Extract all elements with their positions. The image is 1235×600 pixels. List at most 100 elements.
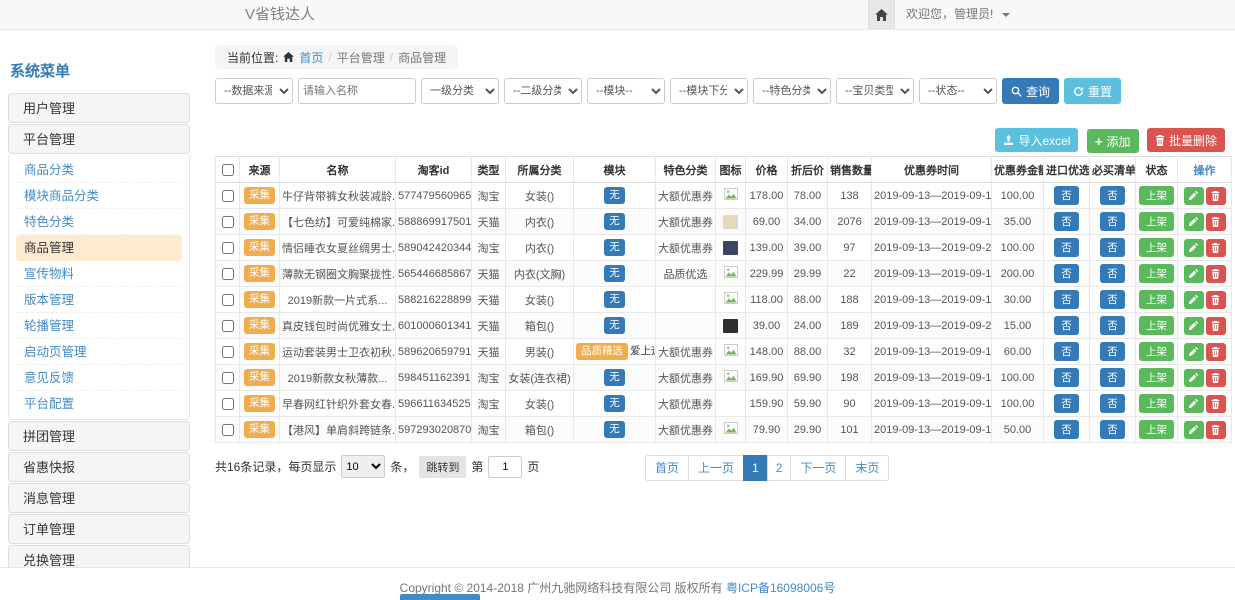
jump-button[interactable]: 跳转到 bbox=[419, 456, 466, 478]
sidebar-section-saving-express[interactable]: 省惠快报 bbox=[8, 452, 190, 482]
sidebar-item-platform-config[interactable]: 平台配置 bbox=[16, 391, 182, 417]
filter-module-select[interactable]: --模块-- bbox=[587, 78, 665, 104]
edit-button[interactable] bbox=[1184, 369, 1204, 387]
delete-button[interactable] bbox=[1206, 343, 1226, 361]
delete-button[interactable] bbox=[1206, 239, 1226, 257]
sidebar-item-goods-management[interactable]: 商品管理 bbox=[16, 235, 182, 261]
status-button[interactable]: 上架 bbox=[1139, 290, 1174, 309]
home-icon[interactable] bbox=[868, 0, 895, 29]
import-select-toggle[interactable]: 否 bbox=[1054, 368, 1079, 387]
delete-button[interactable] bbox=[1206, 421, 1226, 439]
import-select-toggle[interactable]: 否 bbox=[1054, 342, 1079, 361]
page-number-input[interactable] bbox=[488, 456, 522, 478]
status-button[interactable]: 上架 bbox=[1139, 342, 1174, 361]
sidebar-item-carousel-management[interactable]: 轮播管理 bbox=[16, 313, 182, 339]
import-select-toggle[interactable]: 否 bbox=[1054, 238, 1079, 257]
must-buy-toggle[interactable]: 否 bbox=[1100, 368, 1125, 387]
import-select-toggle[interactable]: 否 bbox=[1054, 212, 1079, 231]
sidebar-item-goods-category[interactable]: 商品分类 bbox=[16, 157, 182, 183]
edit-button[interactable] bbox=[1184, 395, 1204, 413]
sidebar-section-message-management[interactable]: 消息管理 bbox=[8, 483, 190, 513]
sidebar-item-splash-page-management[interactable]: 启动页管理 bbox=[16, 339, 182, 365]
status-button[interactable]: 上架 bbox=[1139, 394, 1174, 413]
icp-link[interactable]: 粤ICP备16098006号 bbox=[726, 581, 835, 595]
page-2-button[interactable]: 2 bbox=[767, 455, 792, 481]
delete-button[interactable] bbox=[1206, 187, 1226, 205]
status-button[interactable]: 上架 bbox=[1139, 264, 1174, 283]
import-select-toggle[interactable]: 否 bbox=[1054, 264, 1079, 283]
must-buy-toggle[interactable]: 否 bbox=[1100, 342, 1125, 361]
breadcrumb-home-link[interactable]: 首页 bbox=[299, 49, 323, 66]
import-select-toggle[interactable]: 否 bbox=[1054, 316, 1079, 335]
row-checkbox[interactable] bbox=[222, 424, 234, 436]
edit-button[interactable] bbox=[1184, 343, 1204, 361]
delete-button[interactable] bbox=[1206, 291, 1226, 309]
page-size-select[interactable]: 10 bbox=[341, 455, 385, 478]
must-buy-toggle[interactable]: 否 bbox=[1100, 186, 1125, 205]
import-select-toggle[interactable]: 否 bbox=[1054, 186, 1079, 205]
batch-delete-button[interactable]: 批量删除 bbox=[1147, 128, 1225, 152]
row-checkbox[interactable] bbox=[222, 190, 234, 202]
status-button[interactable]: 上架 bbox=[1139, 420, 1174, 439]
row-checkbox[interactable] bbox=[222, 372, 234, 384]
sidebar-section-platform-management[interactable]: 平台管理 bbox=[8, 124, 190, 154]
filter-module-subcategory-select[interactable]: --模块下分类-- bbox=[670, 78, 748, 104]
user-menu[interactable]: 欢迎您，管理员! bbox=[906, 0, 1010, 29]
status-button[interactable]: 上架 bbox=[1139, 368, 1174, 387]
page-next-button[interactable]: 下一页 bbox=[790, 455, 846, 481]
status-button[interactable]: 上架 bbox=[1139, 238, 1174, 257]
delete-button[interactable] bbox=[1206, 369, 1226, 387]
row-checkbox[interactable] bbox=[222, 216, 234, 228]
delete-button[interactable] bbox=[1206, 395, 1226, 413]
status-button[interactable]: 上架 bbox=[1139, 212, 1174, 231]
must-buy-toggle[interactable]: 否 bbox=[1100, 394, 1125, 413]
row-checkbox[interactable] bbox=[222, 346, 234, 358]
must-buy-toggle[interactable]: 否 bbox=[1100, 290, 1125, 309]
sidebar-section-user-management[interactable]: 用户管理 bbox=[8, 93, 190, 123]
filter-data-source-select[interactable]: --数据来源-- bbox=[215, 78, 293, 104]
sidebar-item-feedback[interactable]: 意见反馈 bbox=[16, 365, 182, 391]
must-buy-toggle[interactable]: 否 bbox=[1100, 316, 1125, 335]
sidebar-item-version-management[interactable]: 版本管理 bbox=[16, 287, 182, 313]
row-checkbox[interactable] bbox=[222, 294, 234, 306]
filter-featured-category-select[interactable]: --特色分类-- bbox=[753, 78, 831, 104]
edit-button[interactable] bbox=[1184, 239, 1204, 257]
delete-button[interactable] bbox=[1206, 213, 1226, 231]
status-button[interactable]: 上架 bbox=[1139, 316, 1174, 335]
must-buy-toggle[interactable]: 否 bbox=[1100, 212, 1125, 231]
status-button[interactable]: 上架 bbox=[1139, 186, 1174, 205]
sidebar-item-featured-category[interactable]: 特色分类 bbox=[16, 209, 182, 235]
import-select-toggle[interactable]: 否 bbox=[1054, 290, 1079, 309]
sidebar-item-promo-materials[interactable]: 宣传物料 bbox=[16, 261, 182, 287]
edit-button[interactable] bbox=[1184, 213, 1204, 231]
filter-level2-category-select[interactable]: --二级分类-- bbox=[504, 78, 582, 104]
must-buy-toggle[interactable]: 否 bbox=[1100, 420, 1125, 439]
edit-button[interactable] bbox=[1184, 317, 1204, 335]
page-prev-button[interactable]: 上一页 bbox=[688, 455, 744, 481]
must-buy-toggle[interactable]: 否 bbox=[1100, 264, 1125, 283]
sidebar-item-module-goods-category[interactable]: 模块商品分类 bbox=[16, 183, 182, 209]
edit-button[interactable] bbox=[1184, 265, 1204, 283]
delete-button[interactable] bbox=[1206, 317, 1226, 335]
page-1-button[interactable]: 1 bbox=[743, 455, 768, 481]
row-checkbox[interactable] bbox=[222, 398, 234, 410]
import-excel-button[interactable]: 导入excel bbox=[995, 128, 1078, 152]
select-all-checkbox[interactable] bbox=[222, 164, 234, 176]
row-checkbox[interactable] bbox=[222, 320, 234, 332]
search-button[interactable]: 查询 bbox=[1002, 78, 1059, 104]
page-last-button[interactable]: 末页 bbox=[845, 455, 889, 481]
import-select-toggle[interactable]: 否 bbox=[1054, 394, 1079, 413]
reset-button[interactable]: 重置 bbox=[1064, 78, 1121, 104]
import-select-toggle[interactable]: 否 bbox=[1054, 420, 1079, 439]
row-checkbox[interactable] bbox=[222, 242, 234, 254]
page-first-button[interactable]: 首页 bbox=[645, 455, 689, 481]
edit-button[interactable] bbox=[1184, 421, 1204, 439]
filter-status-select[interactable]: --状态-- bbox=[919, 78, 997, 104]
must-buy-toggle[interactable]: 否 bbox=[1100, 238, 1125, 257]
sidebar-section-order-management[interactable]: 订单管理 bbox=[8, 514, 190, 544]
delete-button[interactable] bbox=[1206, 265, 1226, 283]
filter-name-input[interactable] bbox=[298, 78, 416, 104]
edit-button[interactable] bbox=[1184, 187, 1204, 205]
filter-level1-category-select[interactable]: 一级分类 bbox=[421, 78, 499, 104]
row-checkbox[interactable] bbox=[222, 268, 234, 280]
